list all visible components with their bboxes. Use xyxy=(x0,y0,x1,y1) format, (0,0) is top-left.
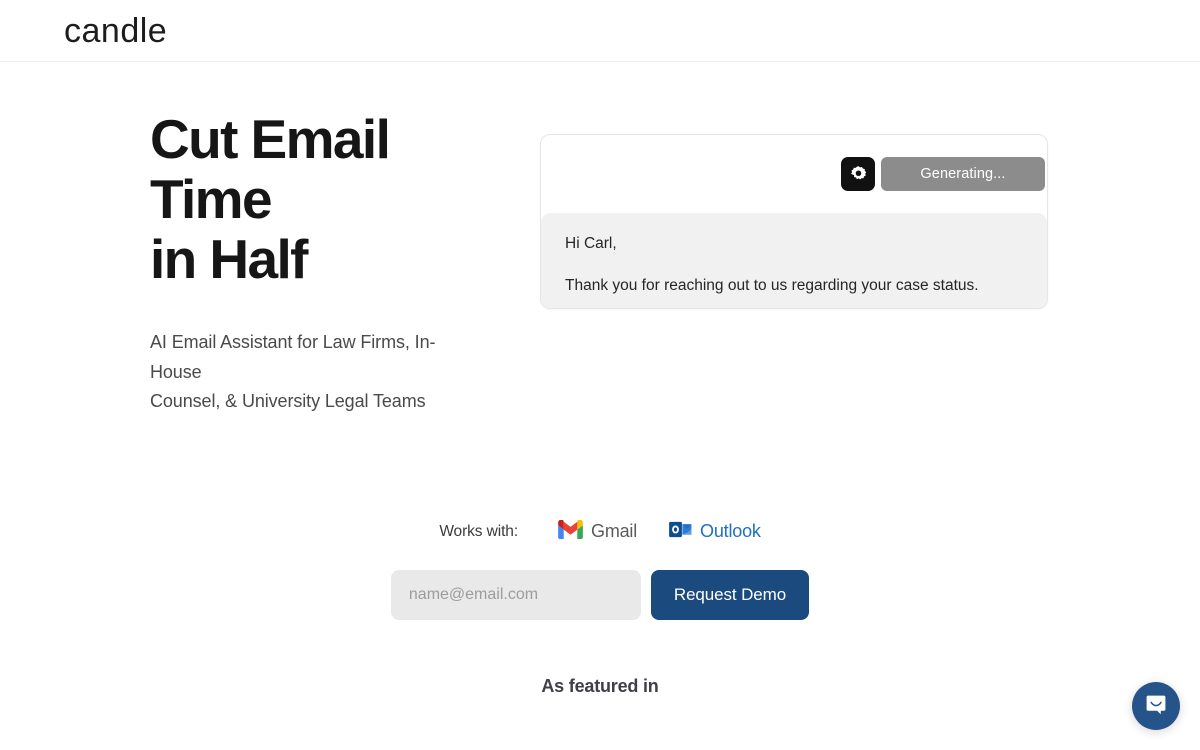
demo-card-toolbar: Generating... xyxy=(541,135,1047,213)
site-header: candle xyxy=(0,0,1200,62)
request-demo-button[interactable]: Request Demo xyxy=(650,569,810,620)
email-draft-body: Hi Carl, Thank you for reaching out to u… xyxy=(541,213,1047,308)
generating-status-button[interactable]: Generating... xyxy=(881,157,1045,191)
chat-widget-button[interactable] xyxy=(1132,682,1180,730)
demo-preview-card: Generating... Hi Carl, Thank you for rea… xyxy=(540,134,1048,309)
signup-row: Request Demo xyxy=(0,569,1200,620)
email-greeting: Hi Carl, xyxy=(565,235,617,252)
hero-title-line-1: Cut Email Time xyxy=(150,108,391,230)
provider-outlook[interactable]: Outlook xyxy=(669,520,761,544)
works-with-row: Works with: Gmail Outlook xyxy=(0,519,1200,544)
page-title: Cut Email Time in Half xyxy=(150,108,470,290)
gmail-icon xyxy=(558,519,583,544)
chat-bubble-icon xyxy=(1144,692,1168,721)
provider-gmail[interactable]: Gmail xyxy=(558,519,638,544)
gear-icon[interactable] xyxy=(841,157,875,191)
hero-title-line-2: in Half xyxy=(150,227,308,290)
featured-in-heading: As featured in xyxy=(541,675,659,696)
outlook-label: Outlook xyxy=(700,521,761,542)
hero-copy: Cut Email Time in Half AI Email Assistan… xyxy=(0,108,470,417)
featured-logo-strip: AMERICAN IMMIGRATION LAWYERS ASSOCIATION… xyxy=(0,739,1200,750)
email-input[interactable] xyxy=(390,569,641,620)
hero-section: Cut Email Time in Half AI Email Assistan… xyxy=(0,62,1200,417)
works-with-label: Works with: xyxy=(439,522,519,540)
hero-subtitle-line-2: Counsel, & University Legal Teams xyxy=(150,391,426,412)
brand-logo[interactable]: candle xyxy=(64,14,167,48)
email-body-text: Thank you for reaching out to us regardi… xyxy=(565,276,979,294)
hero-subtitle: AI Email Assistant for Law Firms, In-Hou… xyxy=(150,328,470,417)
gmail-label: Gmail xyxy=(591,521,638,542)
outlook-icon xyxy=(669,520,692,544)
hero-subtitle-line-1: AI Email Assistant for Law Firms, In-Hou… xyxy=(150,331,436,382)
